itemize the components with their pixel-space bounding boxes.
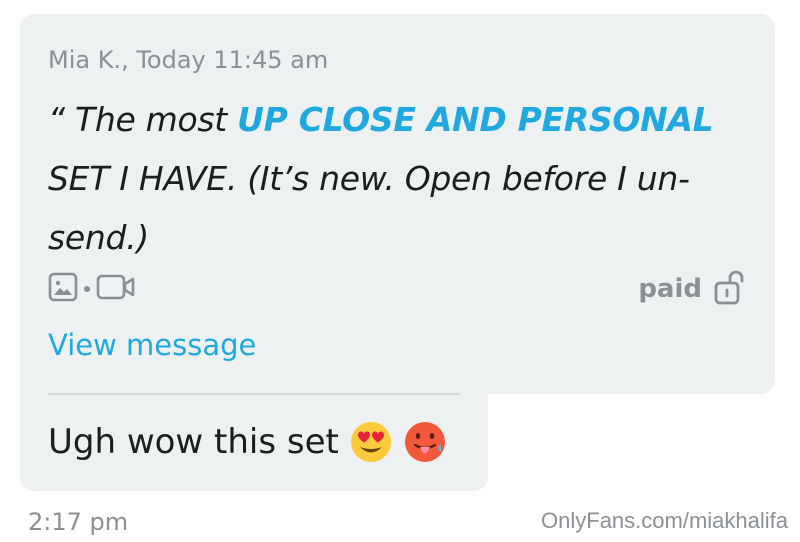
reply-text: Ugh wow this set [48, 422, 339, 462]
hot-face-emoji [403, 420, 447, 464]
paid-label: paid [638, 274, 702, 304]
image-icon [48, 272, 78, 306]
heart-eyes-emoji [349, 420, 393, 464]
media-indicators [48, 272, 136, 306]
paid-status: paid [638, 269, 744, 309]
chat-view: Mia K., Today 11:45 am “ The most UP CLO… [0, 0, 800, 542]
view-message-link[interactable]: View message [48, 328, 256, 362]
message-timestamp: 2:17 pm [28, 508, 129, 536]
quote-open-text: “ The most [48, 100, 238, 139]
quote-highlight-text: UP CLOSE AND PERSONAL [237, 100, 714, 139]
separator-dot [84, 286, 90, 292]
quote-rest-text: SET I HAVE. (It’s new. Open before I un-… [48, 159, 690, 257]
message-divider [48, 393, 460, 395]
video-icon [96, 272, 136, 306]
watermark: OnlyFans.com/miakhalifa [541, 508, 788, 533]
message-meta: Mia K., Today 11:45 am [48, 46, 329, 74]
reply-message: Ugh wow this set [48, 420, 447, 464]
message-preview-text: “ The most UP CLOSE AND PERSONAL SET I H… [48, 90, 728, 267]
unlock-icon [714, 269, 744, 309]
